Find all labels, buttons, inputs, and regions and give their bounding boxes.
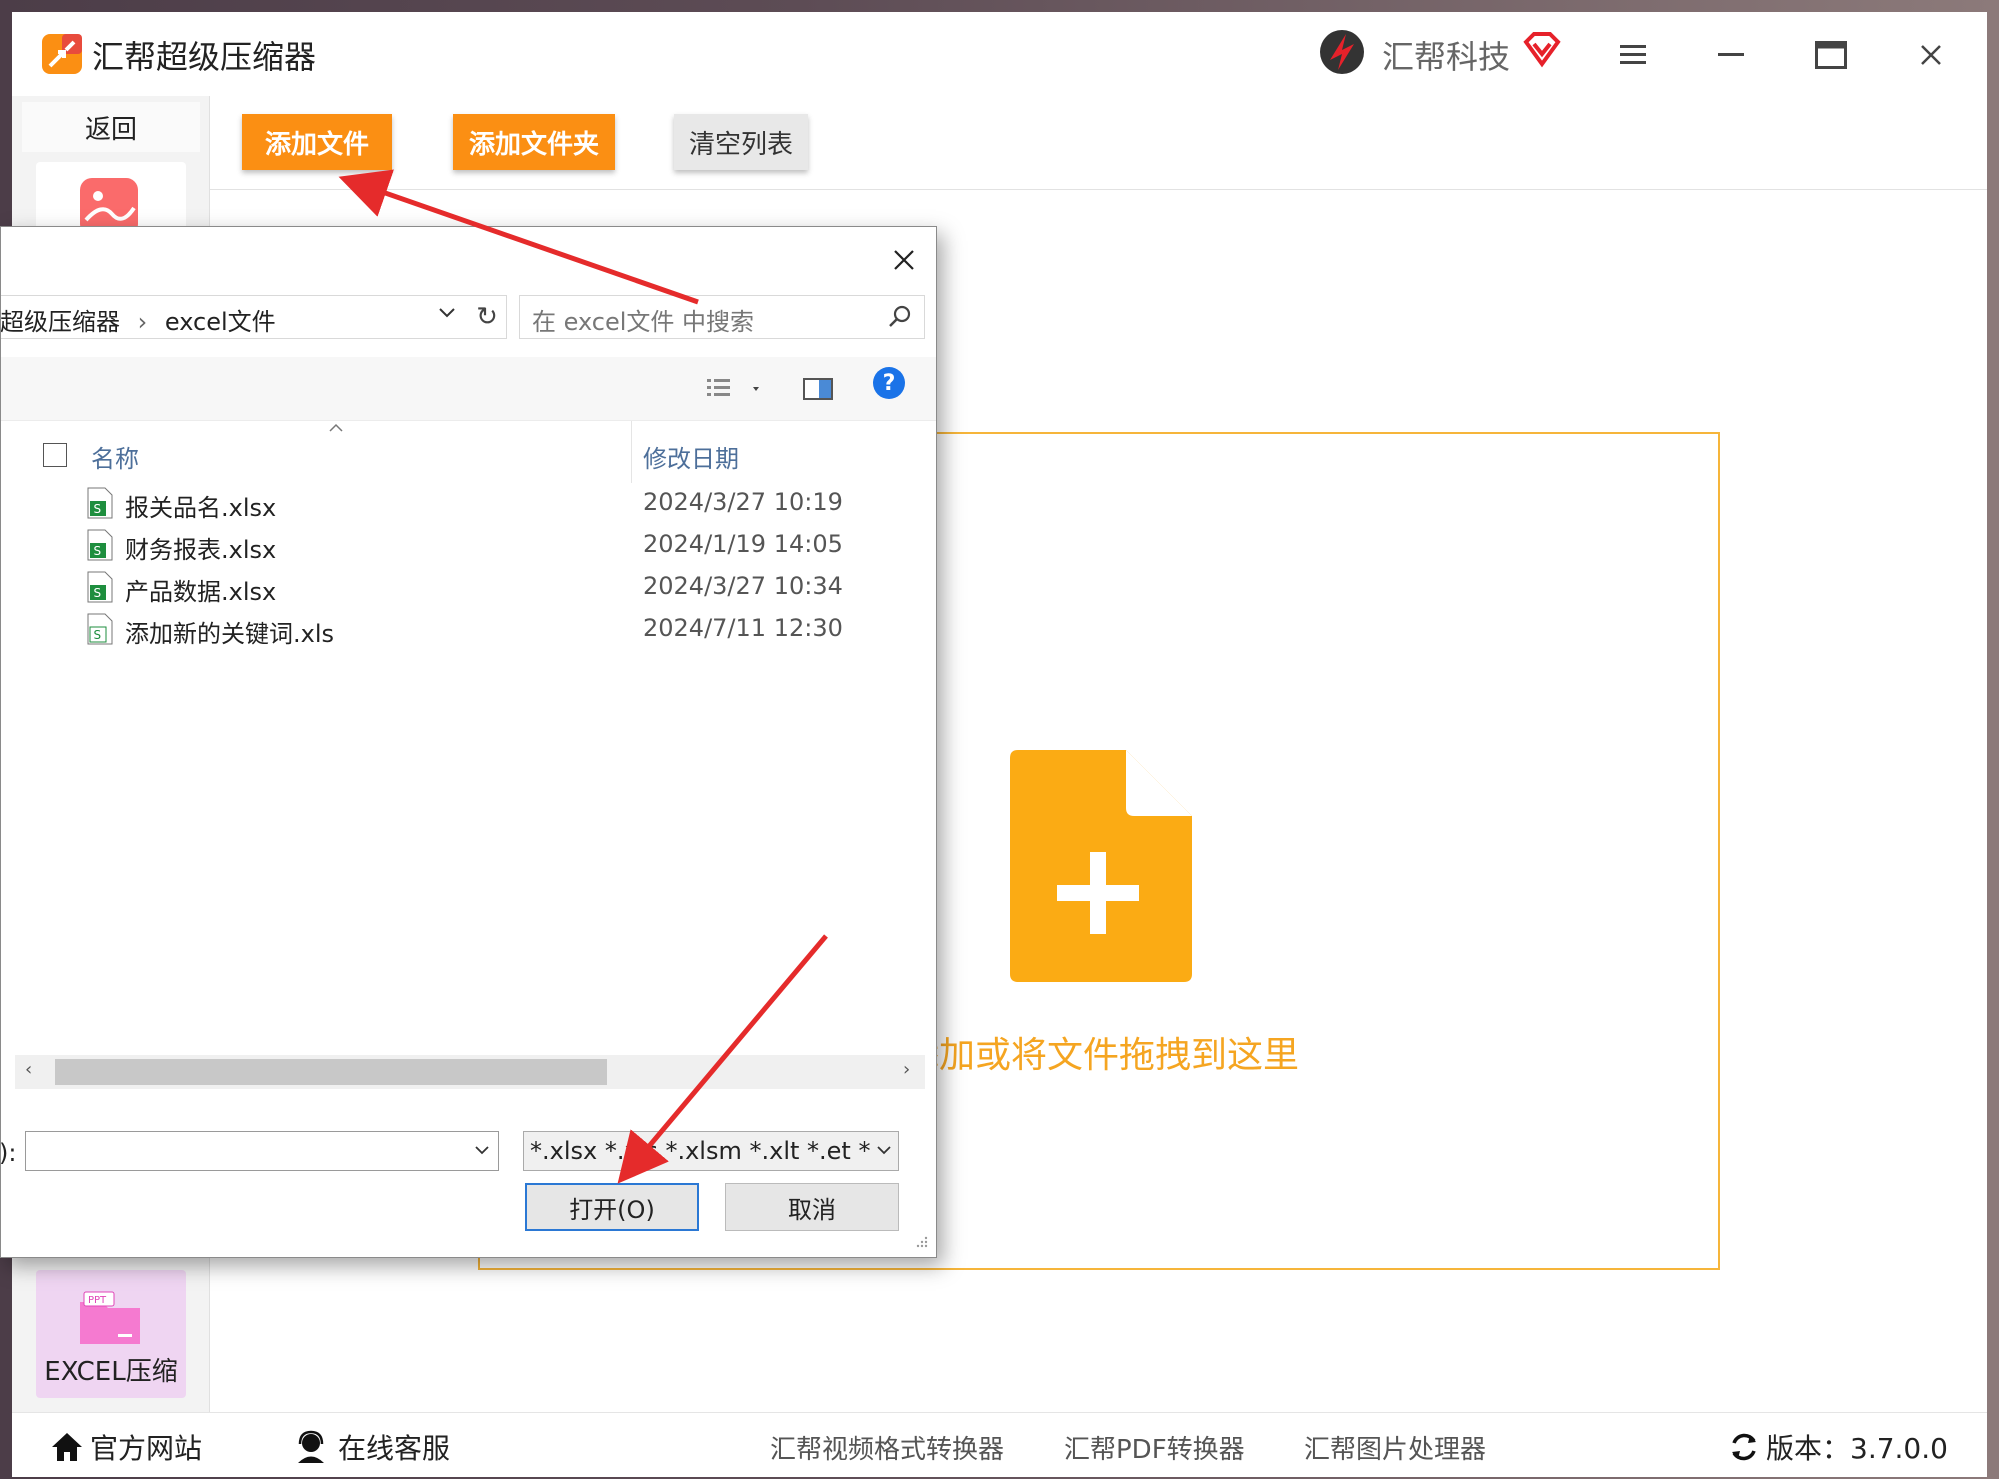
spreadsheet-file-icon: S	[87, 613, 113, 645]
pdf-converter-link[interactable]: 汇帮PDF转换器	[1064, 1429, 1245, 1466]
chevron-down-icon[interactable]	[876, 1144, 892, 1156]
maximize-icon[interactable]	[1806, 30, 1856, 80]
breadcrumb: 超级压缩器 › excel文件	[1, 302, 276, 337]
command-bar	[1, 357, 936, 421]
dialog-close-icon[interactable]	[881, 237, 927, 283]
add-folder-button[interactable]: 添加文件夹	[453, 114, 615, 170]
file-date: 2024/3/27 10:34	[643, 572, 843, 600]
file-row[interactable]: S 财务报表.xlsx 2024/1/19 14:05	[1, 525, 936, 565]
file-name: 财务报表.xlsx	[125, 536, 277, 564]
sort-ascending-icon	[329, 423, 343, 432]
ppt-folder-icon: PPT	[80, 1291, 140, 1344]
bottom-bar: 官方网站 在线客服 汇帮视频格式转换器 汇帮PDF转换器 汇帮图片处理器 版本：…	[12, 1412, 1987, 1477]
svg-text:S: S	[94, 544, 102, 558]
view-options-icon[interactable]	[705, 375, 761, 403]
support-agent-icon	[298, 1430, 324, 1463]
column-modified-date[interactable]: 修改日期	[643, 439, 739, 474]
version-label: 版本：3.7.0.0	[1766, 1432, 1948, 1465]
version-info[interactable]: 版本：3.7.0.0	[1728, 1427, 1948, 1467]
chevron-down-icon[interactable]	[438, 306, 456, 320]
cancel-button[interactable]: 取消	[725, 1183, 899, 1231]
file-name: 报关品名.xlsx	[125, 494, 277, 522]
column-divider[interactable]	[631, 421, 632, 483]
search-icon	[889, 305, 911, 327]
sidebar-tile-excel[interactable]: PPT EXCEL压缩	[36, 1270, 186, 1398]
filename-input[interactable]	[25, 1131, 499, 1171]
image-processor-link[interactable]: 汇帮图片处理器	[1304, 1429, 1486, 1466]
file-row[interactable]: S 报关品名.xlsx 2024/3/27 10:19	[1, 483, 936, 523]
minimize-icon[interactable]	[1706, 30, 1756, 80]
file-date: 2024/1/19 14:05	[643, 530, 843, 558]
toolbar-divider	[210, 189, 1987, 190]
preview-pane-icon[interactable]	[803, 377, 833, 401]
chevron-down-icon[interactable]	[474, 1144, 490, 1156]
filename-label: ):	[0, 1139, 17, 1167]
video-converter-link[interactable]: 汇帮视频格式转换器	[770, 1429, 1004, 1466]
scrollbar-thumb[interactable]	[55, 1059, 607, 1085]
menu-icon[interactable]	[1608, 30, 1658, 80]
official-website-link[interactable]: 官方网站	[50, 1427, 202, 1467]
file-name: 产品数据.xlsx	[125, 578, 277, 606]
svg-text:S: S	[94, 628, 102, 642]
file-row[interactable]: S 产品数据.xlsx 2024/3/27 10:34	[1, 567, 936, 607]
clear-list-button[interactable]: 清空列表	[674, 114, 808, 170]
svg-text:S: S	[94, 586, 102, 600]
vip-icon[interactable]	[1522, 30, 1562, 70]
breadcrumb-separator-icon: ›	[137, 308, 148, 336]
file-name: 添加新的关键词.xls	[125, 620, 335, 648]
refresh-button[interactable]: ↻	[467, 295, 507, 339]
back-button[interactable]: 返回	[22, 102, 200, 152]
search-input[interactable]: 在 excel文件 中搜索	[519, 295, 925, 339]
horizontal-scrollbar[interactable]: ‹ ›	[15, 1055, 925, 1089]
open-button[interactable]: 打开(O)	[525, 1183, 699, 1231]
breadcrumb-current[interactable]: excel文件	[165, 308, 276, 336]
breadcrumb-parent[interactable]: 超级压缩器	[1, 308, 120, 336]
file-open-dialog: 超级压缩器 › excel文件 ↻ 在 excel文件 中搜索 ? 名称 修改日…	[0, 226, 937, 1258]
select-all-checkbox[interactable]	[43, 443, 67, 467]
file-row[interactable]: S 添加新的关键词.xls 2024/7/11 12:30	[1, 609, 936, 649]
column-name[interactable]: 名称	[91, 439, 139, 474]
scroll-left-icon[interactable]: ‹	[25, 1059, 32, 1080]
file-date: 2024/3/27 10:19	[643, 488, 843, 516]
brand-name: 汇帮科技	[1382, 38, 1511, 76]
home-icon	[52, 1433, 82, 1461]
scroll-right-icon[interactable]: ›	[903, 1059, 910, 1080]
file-type-value: *.xlsx *.xls *.xlsm *.xlt *.et *.ett	[530, 1137, 870, 1165]
app-logo-icon	[42, 34, 82, 74]
add-file-button[interactable]: 添加文件	[242, 114, 392, 170]
svg-text:PPT: PPT	[88, 1295, 107, 1306]
file-date: 2024/7/11 12:30	[643, 614, 843, 642]
spreadsheet-file-icon: S	[87, 571, 113, 603]
brand-logo-icon	[1320, 30, 1364, 74]
close-icon[interactable]	[1906, 30, 1956, 80]
online-service-label: 在线客服	[338, 1432, 451, 1465]
spreadsheet-file-icon: S	[87, 487, 113, 519]
resize-grip-icon[interactable]	[913, 1235, 929, 1251]
search-placeholder: 在 excel文件 中搜索	[532, 308, 755, 336]
file-type-select[interactable]: *.xlsx *.xls *.xlsm *.xlt *.et *.ett	[523, 1131, 899, 1171]
file-add-icon	[1010, 750, 1192, 982]
official-website-label: 官方网站	[90, 1432, 203, 1465]
sidebar-tile-label: EXCEL压缩	[44, 1357, 178, 1387]
spreadsheet-file-icon: S	[87, 529, 113, 561]
app-title: 汇帮超级压缩器	[92, 38, 317, 76]
address-bar[interactable]: 超级压缩器 › excel文件	[1, 295, 507, 339]
column-header: 名称 修改日期	[1, 421, 936, 483]
title-bar: 汇帮超级压缩器 汇帮科技	[12, 12, 1987, 96]
refresh-icon	[1732, 1433, 1756, 1461]
help-icon[interactable]: ?	[873, 367, 905, 399]
svg-text:S: S	[94, 502, 102, 516]
online-service-link[interactable]: 在线客服	[294, 1427, 450, 1467]
